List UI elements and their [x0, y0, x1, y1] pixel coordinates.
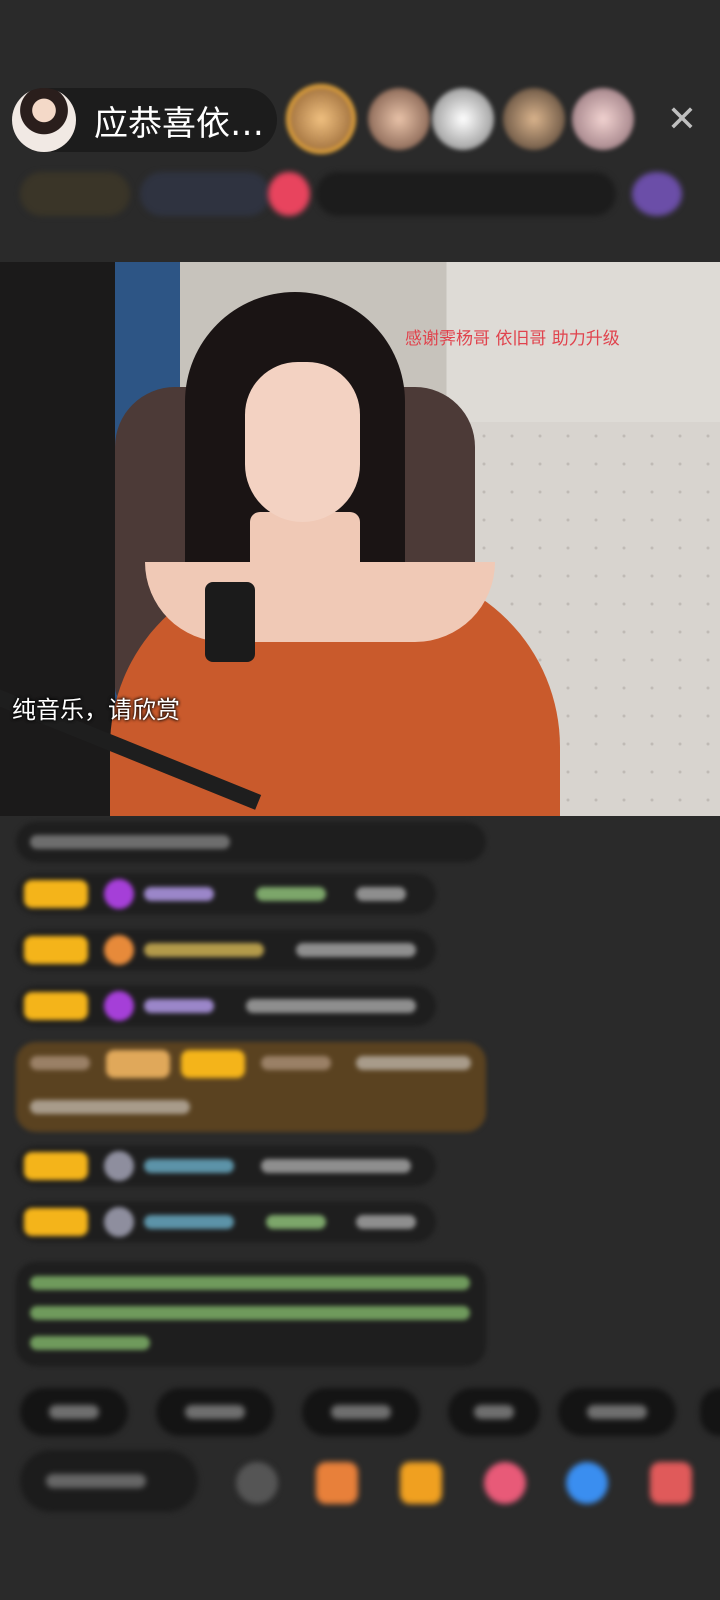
gift-icon[interactable] [400, 1462, 442, 1504]
top-viewer-avatar[interactable] [432, 88, 494, 150]
quick-reply-pill[interactable] [156, 1388, 274, 1436]
quick-reply-pill[interactable] [302, 1388, 420, 1436]
thanks-banner: 感谢霁杨哥 依旧哥 助力升级 [405, 329, 620, 349]
like-icon[interactable] [484, 1462, 526, 1504]
chat-message [16, 1202, 436, 1242]
popularity-chip[interactable] [140, 172, 270, 216]
chat-message [16, 874, 436, 914]
chat-message [16, 986, 436, 1026]
task-chip[interactable] [316, 172, 616, 216]
top-viewer-avatar[interactable] [572, 88, 634, 150]
host-avatar[interactable] [12, 88, 76, 152]
emoji-icon[interactable] [236, 1462, 278, 1504]
host-info-pill[interactable]: 应恭喜依… [12, 88, 277, 152]
quick-reply-pill[interactable] [448, 1388, 540, 1436]
chat-message-highlight [16, 1042, 486, 1132]
rank-chip[interactable] [20, 172, 130, 216]
chat-input[interactable] [20, 1450, 198, 1512]
system-notice [16, 1262, 486, 1366]
activity-icon[interactable] [632, 172, 682, 216]
top-viewer-avatar[interactable] [290, 88, 352, 150]
hot-icon[interactable] [268, 172, 310, 216]
video-caption: 纯音乐，请欣赏 [12, 696, 180, 724]
chat-message [16, 1146, 436, 1186]
quick-reply-pill[interactable] [700, 1388, 720, 1436]
chat-message [16, 930, 436, 970]
chat-message [16, 822, 486, 862]
host-name: 应恭喜依… [94, 103, 264, 144]
streamer-neck [250, 512, 360, 592]
stats-row [20, 172, 690, 216]
microphone [205, 582, 255, 662]
live-video[interactable]: 感谢霁杨哥 依旧哥 助力升级 纯音乐，请欣赏 [0, 262, 720, 816]
quick-reply-pill[interactable] [20, 1388, 128, 1436]
quick-reply-pill[interactable] [558, 1388, 676, 1436]
close-icon[interactable]: ✕ [662, 100, 702, 140]
top-viewer-avatar[interactable] [503, 88, 565, 150]
share-icon[interactable] [566, 1462, 608, 1504]
streamer-face [245, 362, 360, 522]
gift-box-icon[interactable] [316, 1462, 358, 1504]
top-viewer-avatar[interactable] [368, 88, 430, 150]
more-icon[interactable] [650, 1462, 692, 1504]
